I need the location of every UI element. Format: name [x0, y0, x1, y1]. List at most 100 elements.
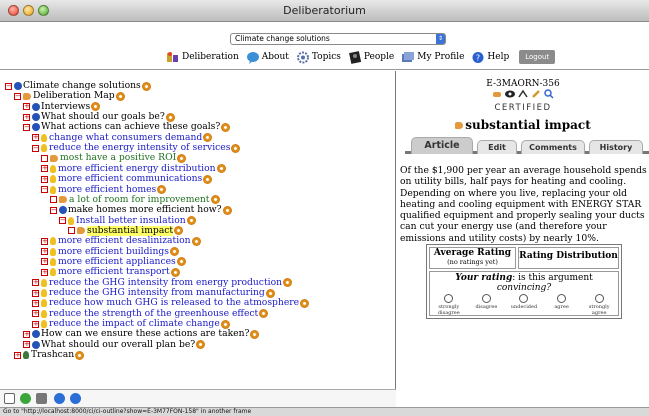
tree-node-label[interactable]: What actions can achieve these goals? [41, 122, 220, 132]
topic-select[interactable]: Climate change solutions ⇕ [230, 33, 446, 45]
tree-node[interactable]: + more efficient communications [41, 174, 213, 184]
edit-pencil-icon[interactable] [531, 89, 541, 99]
tree-node[interactable]: + more efficient desalinization [41, 236, 201, 246]
node-menu-gear-icon[interactable] [75, 350, 85, 360]
tree-node[interactable]: − Deliberation Map [14, 91, 125, 101]
tab-edit[interactable]: Edit [477, 140, 517, 154]
node-menu-gear-icon[interactable] [177, 153, 187, 163]
tree-node[interactable]: + reduce how much GHG is released to the … [32, 298, 310, 308]
expand-toggle-icon[interactable] [41, 154, 48, 162]
node-menu-gear-icon[interactable] [283, 278, 293, 288]
tree-node-label[interactable]: more efficient transport [58, 267, 170, 277]
tree-node[interactable]: − more efficient homes [41, 184, 167, 195]
node-menu-gear-icon[interactable] [186, 216, 196, 226]
tree-node-label[interactable]: most have a positive ROI [60, 153, 176, 163]
nav-people[interactable]: People [348, 50, 394, 64]
expand-toggle-icon[interactable]: − [23, 123, 30, 131]
node-menu-gear-icon[interactable] [174, 226, 184, 236]
rating-distribution-cell[interactable]: Rating Distribution [518, 247, 619, 269]
expand-toggle-icon[interactable]: + [41, 248, 48, 256]
node-menu-gear-icon[interactable] [250, 329, 260, 339]
node-menu-gear-icon[interactable] [196, 340, 206, 350]
expand-toggle-icon[interactable]: + [23, 341, 30, 349]
node-menu-gear-icon[interactable] [191, 236, 201, 246]
tree-node-label[interactable]: Trashcan [31, 350, 74, 360]
link-icon[interactable] [518, 89, 528, 99]
node-menu-gear-icon[interactable] [231, 143, 241, 153]
node-menu-gear-icon[interactable] [222, 205, 232, 215]
node-menu-gear-icon[interactable] [165, 112, 175, 122]
expand-toggle-icon[interactable]: + [41, 165, 48, 173]
expand-toggle-icon[interactable]: + [14, 351, 21, 359]
tree-node-label[interactable]: more efficient homes [58, 184, 156, 195]
expand-toggle-icon[interactable]: − [5, 82, 12, 90]
expand-toggle-icon[interactable]: + [41, 268, 48, 276]
expand-toggle-icon[interactable]: + [32, 289, 39, 297]
node-menu-gear-icon[interactable] [203, 174, 213, 184]
expand-toggle-icon[interactable]: + [41, 258, 48, 266]
node-menu-gear-icon[interactable] [221, 122, 231, 132]
expand-toggle-icon[interactable]: − [41, 186, 48, 193]
node-menu-gear-icon[interactable] [216, 164, 226, 174]
expand-toggle-icon[interactable]: − [50, 206, 57, 214]
nav-my-profile[interactable]: My Profile [401, 51, 464, 64]
tree-node-label[interactable]: make homes more efficient how? [68, 205, 222, 215]
rating-option-strongly-disagree[interactable]: strongly disagree [431, 294, 467, 316]
node-menu-gear-icon[interactable] [300, 298, 310, 308]
node-menu-gear-icon[interactable] [91, 102, 101, 112]
node-menu-gear-icon[interactable] [115, 91, 125, 101]
expand-toggle-icon[interactable]: + [23, 330, 30, 338]
tree-node[interactable]: + How can we ensure these actions are tak… [23, 329, 260, 339]
rating-option-disagree[interactable]: disagree [468, 294, 504, 316]
watch-eye-icon[interactable] [505, 89, 515, 99]
tree-node[interactable]: − What actions can achieve these goals? [23, 122, 231, 132]
print-icon[interactable] [36, 393, 47, 404]
back-arrow-icon[interactable] [54, 393, 65, 404]
tree-node[interactable]: + Trashcan [14, 350, 85, 360]
node-menu-gear-icon[interactable] [170, 267, 180, 277]
expand-toggle-icon[interactable]: + [32, 279, 39, 287]
nav-deliberation[interactable]: Deliberation [166, 51, 239, 64]
rating-option-strongly-agree[interactable]: strongly agree [581, 294, 617, 316]
expand-toggle-icon[interactable]: + [41, 237, 48, 245]
rating-option-undecided[interactable]: undecided [506, 294, 542, 316]
search-icon[interactable] [544, 89, 554, 99]
expand-toggle-icon[interactable]: − [59, 217, 66, 225]
tab-article[interactable]: Article [411, 137, 473, 154]
node-menu-gear-icon[interactable] [203, 133, 213, 143]
hand-icon[interactable] [492, 89, 502, 99]
node-menu-gear-icon[interactable] [210, 195, 220, 205]
tree-node-label[interactable]: reduce how much GHG is released to the a… [49, 298, 299, 308]
tree-node[interactable]: − make homes more efficient how? [50, 205, 232, 215]
tree-node-label[interactable]: more efficient communications [58, 174, 202, 184]
tab-history[interactable]: History [589, 140, 643, 154]
forward-arrow-icon[interactable] [70, 393, 81, 404]
node-menu-gear-icon[interactable] [176, 257, 186, 267]
add-icon[interactable] [20, 393, 31, 404]
expand-toggle-icon[interactable]: − [14, 92, 21, 100]
node-menu-gear-icon[interactable] [259, 309, 269, 319]
logout-button[interactable]: Logout [519, 50, 556, 64]
expand-toggle-icon[interactable]: + [32, 320, 39, 328]
nav-help[interactable]: ? Help [471, 51, 509, 64]
node-menu-gear-icon[interactable] [265, 288, 275, 298]
tree-node-label[interactable]: Deliberation Map [33, 91, 115, 101]
expand-toggle-icon[interactable]: + [32, 310, 39, 318]
expand-toggle-icon[interactable]: + [41, 175, 48, 183]
node-menu-gear-icon[interactable] [220, 319, 230, 329]
expand-toggle-icon[interactable]: + [32, 134, 39, 142]
tab-comments[interactable]: Comments [521, 140, 585, 154]
node-menu-gear-icon[interactable] [169, 247, 179, 257]
expand-toggle-icon[interactable]: + [32, 299, 39, 307]
expand-toggle-icon[interactable] [50, 196, 57, 204]
expand-toggle-icon[interactable]: + [23, 103, 30, 111]
tree-node-label[interactable]: How can we ensure these actions are take… [41, 329, 249, 339]
rating-option-agree[interactable]: agree [544, 294, 580, 316]
node-menu-gear-icon[interactable] [157, 185, 167, 194]
node-menu-gear-icon[interactable] [141, 81, 151, 91]
expand-toggle-icon[interactable]: − [32, 144, 39, 152]
expand-toggle-icon[interactable] [68, 227, 75, 235]
email-icon[interactable] [4, 393, 15, 404]
expand-toggle-icon[interactable]: + [23, 113, 30, 121]
tree-node[interactable]: + more efficient transport [41, 267, 180, 277]
